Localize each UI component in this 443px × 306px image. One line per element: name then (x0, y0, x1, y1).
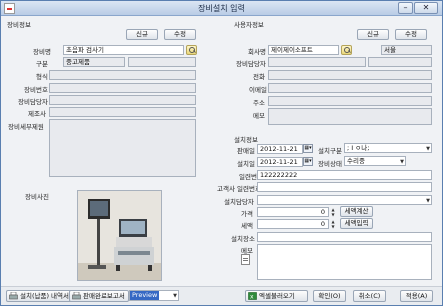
equipment-owner-field[interactable] (49, 95, 196, 105)
sale-done-report-button[interactable]: 판매완료보고서 (69, 290, 129, 302)
equipment-owner-label: 장비담당자 (18, 98, 48, 106)
equipment-edit-button[interactable]: 수정 (164, 29, 196, 40)
equipment-search-icon[interactable] (186, 45, 197, 55)
install-report-label: 설치(납품) 내역서 (20, 292, 69, 300)
serial-field[interactable]: 122222222 (257, 170, 432, 180)
installer-label: 설치담당자 (224, 198, 254, 206)
user-owner-field[interactable] (268, 57, 366, 67)
kind-extra-field (128, 57, 196, 67)
tax-input-button[interactable]: 세액입력 (340, 218, 373, 229)
chevron-down-icon: ▼ (173, 293, 177, 299)
address-label: 주소 (253, 99, 265, 107)
install-kind-value: ; I ㅇ나; (347, 144, 370, 152)
chevron-down-icon: ▼ (426, 146, 430, 152)
apply-button[interactable]: 적용(A) (400, 290, 433, 302)
tax-label: 세액 (241, 222, 253, 230)
install-date-label: 설치일 (237, 160, 255, 168)
email-label: 이메일 (249, 86, 267, 94)
svg-text:x: x (250, 294, 254, 301)
place-field[interactable] (257, 232, 432, 242)
chevron-down-icon: ▼ (400, 159, 404, 165)
excel-import-button[interactable]: x 엑셀불러오기 (245, 290, 308, 302)
region-field[interactable]: 서울 (381, 45, 432, 55)
print-mode-select[interactable]: Preview ▼ (129, 290, 179, 301)
client-serial-field[interactable] (257, 182, 432, 192)
equipment-name-label: 장비명 (33, 48, 51, 56)
close-button[interactable]: ✕ (414, 2, 438, 14)
model-label: 형식 (36, 73, 48, 81)
detail-label: 장비세부제원 (8, 123, 44, 131)
user-edit-button[interactable]: 수정 (395, 29, 427, 40)
sale-date-label: 판매일 (237, 147, 255, 155)
minimize-button[interactable]: – (398, 2, 413, 14)
printer-icon (72, 292, 81, 300)
user-owner-label: 장비담당자 (236, 60, 266, 68)
user-owner-extra-field (368, 57, 432, 67)
phone-label: 전화 (253, 73, 265, 81)
install-section-title: 설치정보 (234, 136, 258, 144)
excel-import-label: 엑셀불러오기 (259, 292, 295, 300)
install-date-calendar-icon[interactable]: ▦▾ (303, 157, 313, 166)
excel-icon: x (248, 292, 257, 300)
phone-field[interactable] (268, 70, 432, 80)
sale-date-field[interactable]: 2012-11-21 (257, 144, 303, 154)
chevron-down-icon: ▼ (426, 198, 430, 204)
client-serial-label: 고객사 일련번호 (217, 185, 261, 193)
kind-label: 구분 (36, 60, 48, 68)
equipment-photo (77, 190, 162, 281)
printer-icon (9, 292, 18, 300)
user-memo-field[interactable] (268, 108, 432, 125)
title-bar: 장비설치 입력 – ✕ (1, 1, 442, 16)
window-title: 장비설치 입력 (198, 4, 245, 13)
ok-button[interactable]: 확인(O) (313, 290, 346, 302)
maker-label: 제조사 (28, 110, 46, 118)
equipment-install-window: 장비설치 입력 – ✕ 장비정보 신규 수정 장비명 초음파 검사기 구분 중고… (0, 0, 443, 306)
sale-done-report-label: 판매완료보고서 (83, 292, 125, 300)
price-label: 가격 (241, 210, 253, 218)
photo-label: 장비사진 (25, 193, 49, 201)
tax-field[interactable]: 0 (257, 219, 329, 229)
install-report-button[interactable]: 설치(납품) 내역서 (6, 290, 73, 302)
install-memo-field[interactable] (257, 244, 432, 280)
status-label: 장비상태 (318, 160, 342, 168)
detail-field[interactable] (49, 119, 196, 177)
sale-date-calendar-icon[interactable]: ▦▾ (303, 144, 313, 153)
company-search-icon[interactable] (341, 45, 352, 55)
equipment-number-label: 장비번호 (24, 86, 48, 94)
cancel-button[interactable]: 취소(C) (353, 290, 386, 302)
user-memo-label: 메모 (253, 112, 265, 120)
price-spinner-icon[interactable]: ▲ ▼ (330, 207, 336, 217)
install-kind-label: 설치구분 (318, 147, 342, 155)
equipment-number-field[interactable] (49, 83, 196, 93)
print-mode-value: Preview (130, 291, 160, 300)
installer-select[interactable]: ▼ (257, 195, 432, 205)
company-label: 회사명 (248, 48, 266, 56)
place-label: 설치장소 (231, 235, 255, 243)
user-new-button[interactable]: 신규 (357, 29, 389, 40)
address-field[interactable] (268, 96, 432, 106)
tax-spinner-icon[interactable]: ▲ ▼ (330, 219, 336, 229)
company-field[interactable]: 제이제이소프트 (268, 45, 339, 55)
equipment-section-title: 장비정보 (7, 21, 31, 29)
kind-field[interactable]: 중고제품 (63, 57, 125, 67)
tax-calc-button[interactable]: 세액계산 (340, 206, 373, 217)
equipment-new-button[interactable]: 신규 (126, 29, 158, 40)
maker-field[interactable] (49, 107, 196, 117)
user-section-title: 사용자정보 (234, 21, 264, 29)
equipment-name-field[interactable]: 초음파 검사기 (63, 45, 184, 55)
install-date-field[interactable]: 2012-11-21 (257, 157, 303, 167)
install-kind-select[interactable]: ; I ㅇ나; ▼ (344, 143, 432, 153)
price-field[interactable]: 0 (257, 207, 329, 217)
email-field[interactable] (268, 83, 432, 93)
memo-edit-icon[interactable] (241, 254, 250, 265)
model-field[interactable] (49, 70, 196, 80)
status-value: 수리중 (347, 157, 365, 165)
status-select[interactable]: 수리중 ▼ (344, 156, 406, 166)
